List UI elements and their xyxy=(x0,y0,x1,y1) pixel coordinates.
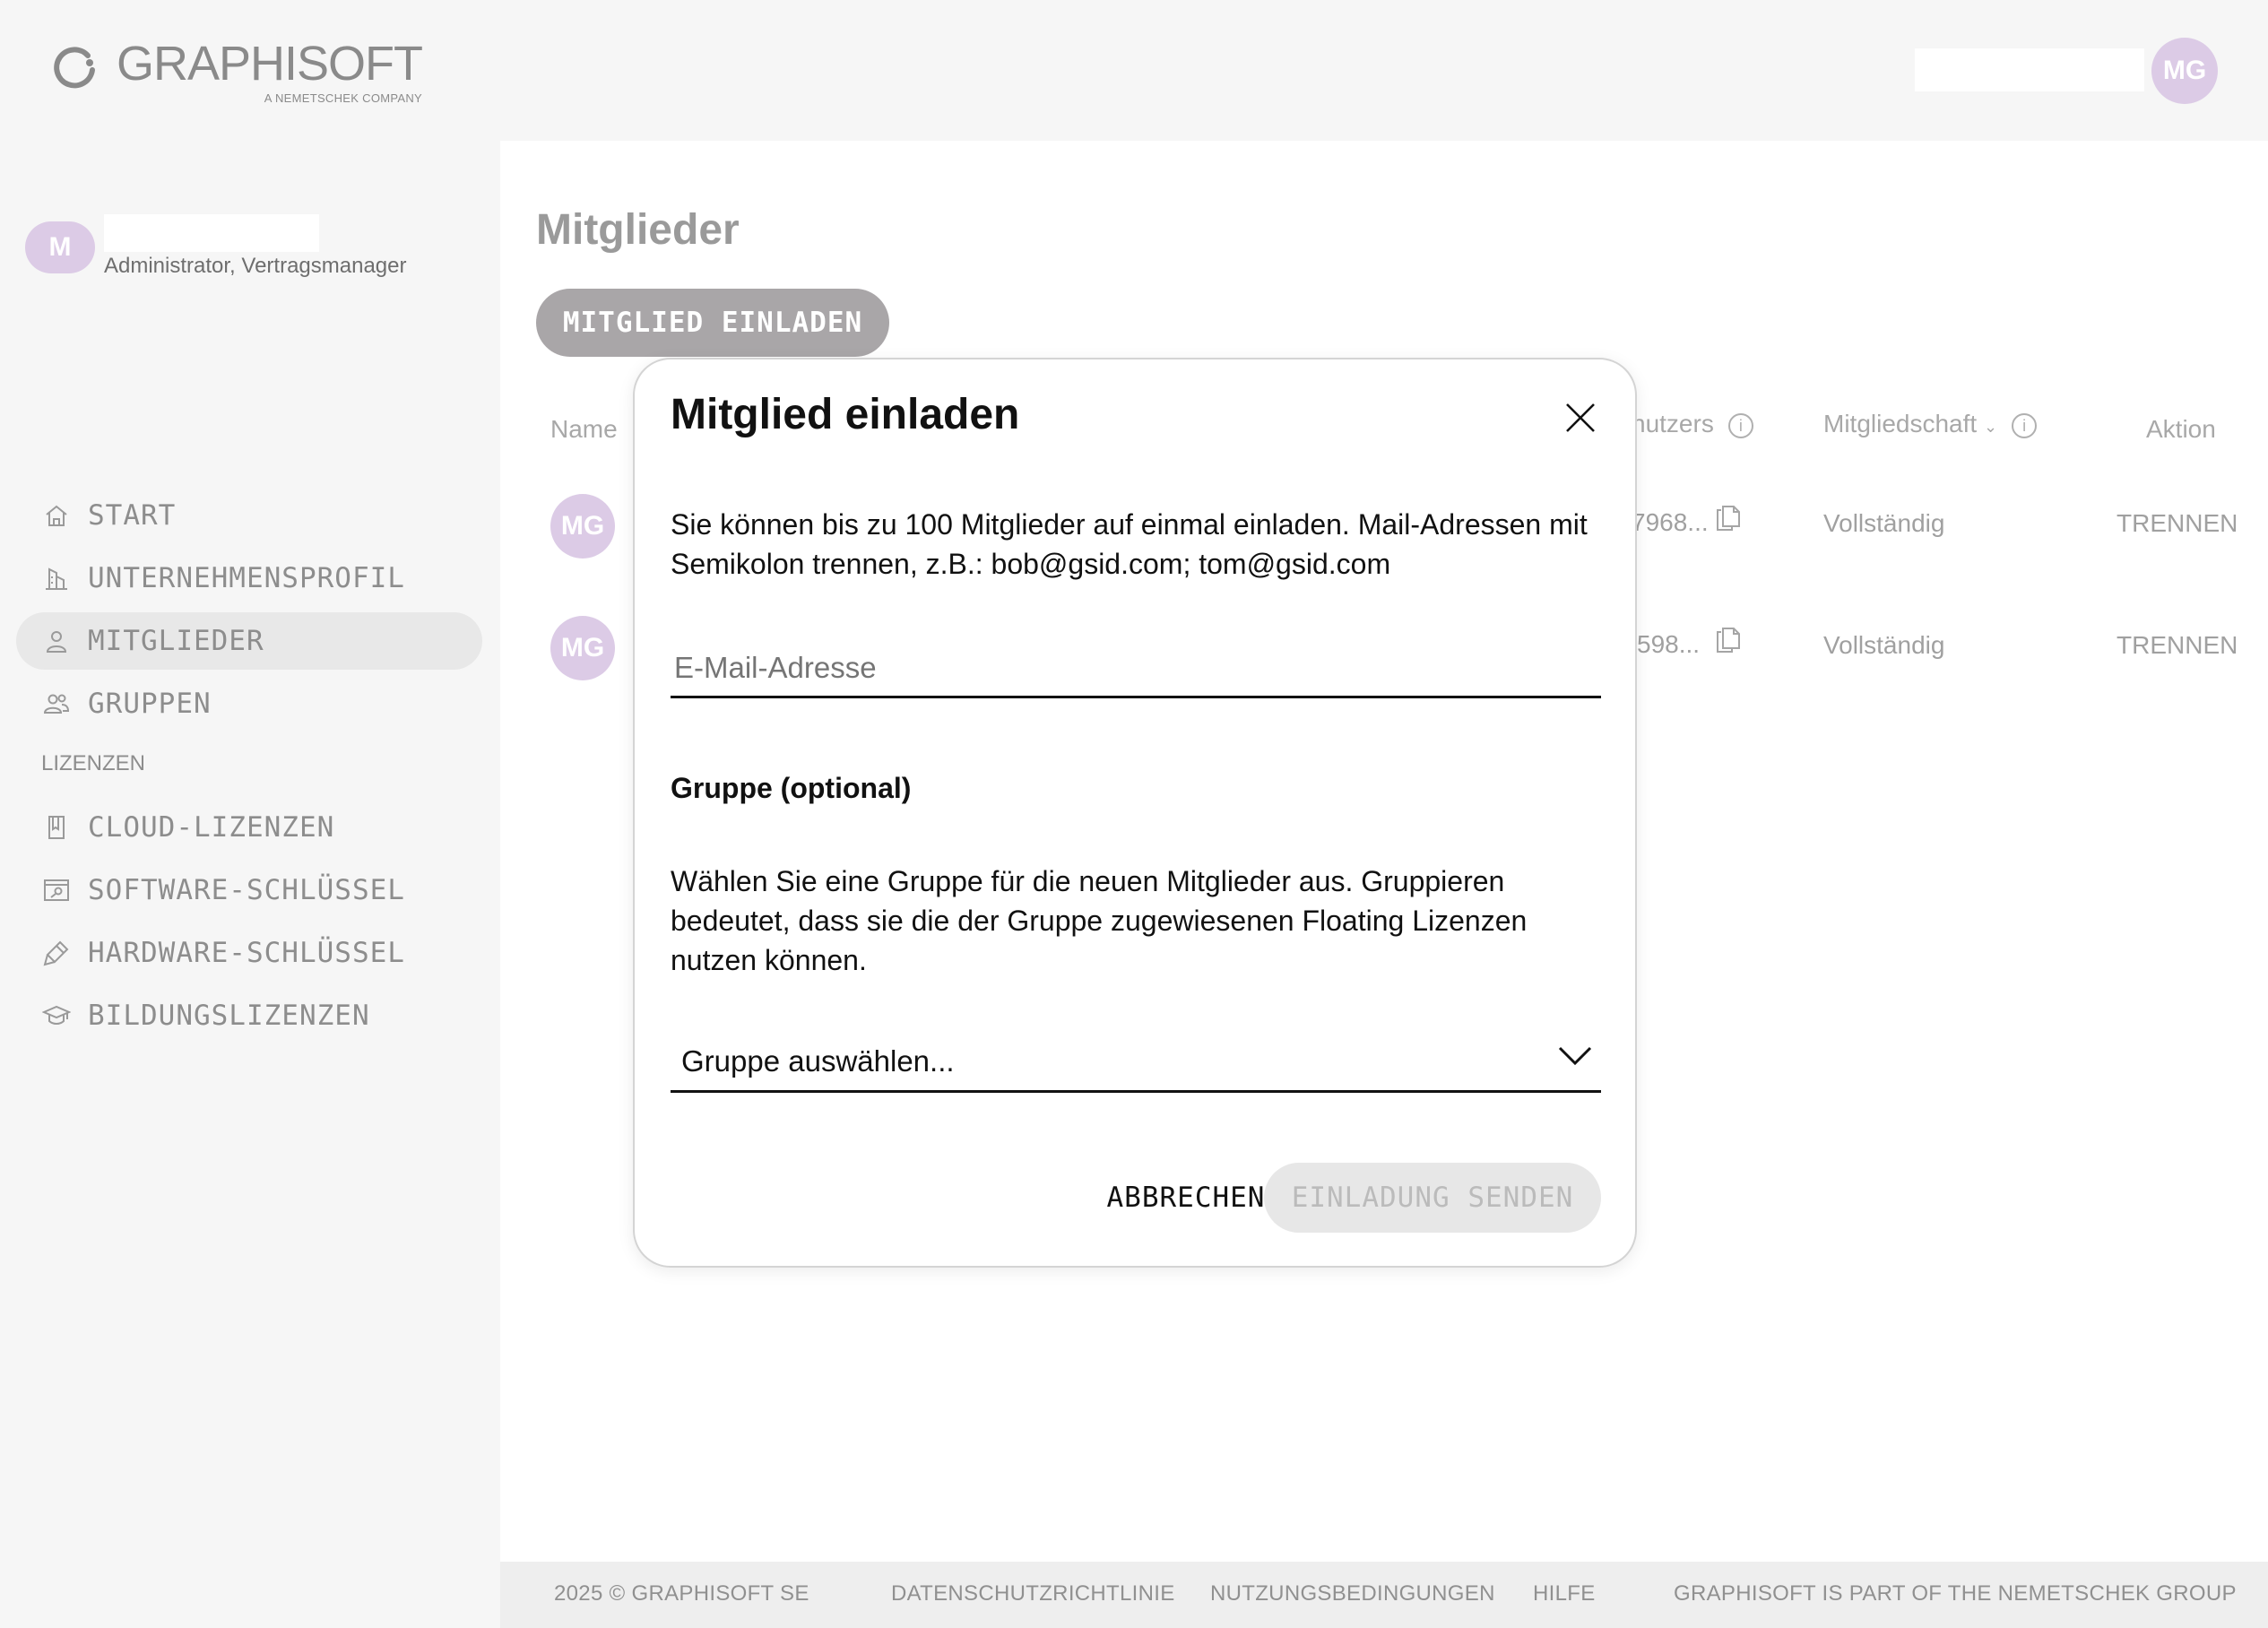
dialog-description: Sie können bis zu 100 Mitglieder auf ein… xyxy=(671,508,1588,580)
copy-icon[interactable] xyxy=(1712,625,1744,657)
user-role: Administrator, Vertragsmanager xyxy=(104,254,407,278)
top-bar: GRAPHISOFT A NEMETSCHEK COMPANY MG xyxy=(0,0,2268,141)
person-icon xyxy=(41,626,72,656)
footer-group-note: GRAPHISOFT IS PART OF THE NEMETSCHEK GRO… xyxy=(1674,1581,2237,1606)
group-select[interactable]: Gruppe auswählen... xyxy=(671,1032,1601,1093)
email-field[interactable] xyxy=(671,634,1601,698)
sidebar-item-label: GRUPPEN xyxy=(88,688,212,720)
sidebar-item-bildungslizenzen[interactable]: BILDUNGSLIZENZEN xyxy=(16,987,482,1044)
building-icon xyxy=(41,563,72,593)
sidebar: M Administrator, Vertragsmanager START U… xyxy=(0,141,498,1628)
footer: 2025 © GRAPHISOFT SE DATENSCHUTZRICHTLIN… xyxy=(500,1562,2268,1628)
logo-tagline: A NEMETSCHEK COMPANY xyxy=(264,91,423,105)
close-icon[interactable] xyxy=(1560,397,1601,438)
footer-help-link[interactable]: HILFE xyxy=(1533,1581,1596,1606)
sidebar-item-cloud-lizenzen[interactable]: CLOUD-LIZENZEN xyxy=(16,799,482,856)
row-avatar: MG xyxy=(550,494,615,559)
footer-copyright: 2025 © GRAPHISOFT SE xyxy=(554,1581,809,1606)
logo-wordmark: GRAPHISOFT xyxy=(117,37,423,91)
sidebar-item-unternehmensprofil[interactable]: UNTERNEHMENSPROFIL xyxy=(16,550,482,607)
logo-mark-icon xyxy=(54,47,95,89)
disconnect-link[interactable]: TRENNEN xyxy=(2117,631,2238,660)
group-label: Gruppe (optional) xyxy=(671,772,912,804)
info-icon[interactable]: i xyxy=(1727,412,1753,438)
page-title: Mitglieder xyxy=(536,206,740,254)
membership-cell: Vollständig xyxy=(1823,509,1945,537)
user-avatar: M xyxy=(25,221,95,273)
sidebar-item-hardware-schluessel[interactable]: HARDWARE-SCHLÜSSEL xyxy=(16,924,482,982)
column-header-membership[interactable]: Mitgliedschaft ⌄ i xyxy=(1823,410,2038,438)
user-id-cell: 7968... xyxy=(1632,508,1709,536)
column-header-name[interactable]: Name xyxy=(550,415,618,444)
chevron-down-icon xyxy=(1556,1043,1594,1069)
sidebar-item-label: CLOUD-LIZENZEN xyxy=(88,811,335,844)
send-invitation-button[interactable]: EINLADUNG SENDEN xyxy=(1264,1163,1601,1233)
chevron-down-icon: ⌄ xyxy=(1983,418,1998,436)
sidebar-item-gruppen[interactable]: GRUPPEN xyxy=(16,675,482,732)
people-icon xyxy=(41,688,72,719)
sidebar-item-label: HARDWARE-SCHLÜSSEL xyxy=(88,937,405,969)
graphisoft-logo[interactable]: GRAPHISOFT A NEMETSCHEK COMPANY xyxy=(50,37,423,105)
section-label-lizenzen: LIZENZEN xyxy=(41,751,146,775)
redacted-user-name xyxy=(1915,48,2144,91)
key-window-icon xyxy=(41,875,72,905)
graduation-cap-icon xyxy=(41,1000,72,1031)
disconnect-link[interactable]: TRENNEN xyxy=(2117,509,2238,538)
info-icon[interactable]: i xyxy=(2012,412,2038,438)
sidebar-item-label: MITGLIEDER xyxy=(88,625,264,657)
usb-key-icon xyxy=(41,938,72,968)
sidebar-nav: START UNTERNEHMENSPROFIL MITGLIEDER GRUP… xyxy=(16,487,482,1050)
group-description: Wählen Sie eine Gruppe für die neuen Mit… xyxy=(671,865,1528,976)
avatar[interactable]: MG xyxy=(2151,38,2218,104)
dialog-title: Mitglied einladen xyxy=(671,391,1020,438)
home-icon xyxy=(41,500,72,531)
sidebar-item-start[interactable]: START xyxy=(16,487,482,544)
column-header-user-id: nutzers i xyxy=(1632,410,1753,438)
group-select-value: Gruppe auswählen... xyxy=(681,1044,955,1078)
sidebar-item-software-schluessel[interactable]: SOFTWARE-SCHLÜSSEL xyxy=(16,862,482,919)
footer-privacy-link[interactable]: DATENSCHUTZRICHTLINIE xyxy=(891,1581,1175,1606)
column-header-action: Aktion xyxy=(2146,415,2216,443)
membership-cell: Vollständig xyxy=(1823,631,1945,659)
footer-terms-link[interactable]: NUTZUNGSBEDINGUNGEN xyxy=(1210,1581,1495,1606)
redacted-company-name xyxy=(104,214,319,252)
sidebar-item-mitglieder[interactable]: MITGLIEDER xyxy=(16,612,482,670)
book-icon xyxy=(41,812,72,843)
copy-icon[interactable] xyxy=(1712,503,1744,535)
sidebar-item-label: UNTERNEHMENSPROFIL xyxy=(88,562,405,594)
sidebar-item-label: START xyxy=(88,499,177,532)
invite-member-button[interactable]: MITGLIED EINLADEN xyxy=(536,289,889,357)
user-id-cell: 598... xyxy=(1637,630,1701,658)
row-avatar: MG xyxy=(550,616,615,680)
sidebar-item-label: BILDUNGSLIZENZEN xyxy=(88,1000,370,1032)
sidebar-item-label: SOFTWARE-SCHLÜSSEL xyxy=(88,874,405,906)
invite-member-dialog: Mitglied einladen Sie können bis zu 100 … xyxy=(633,358,1637,1268)
